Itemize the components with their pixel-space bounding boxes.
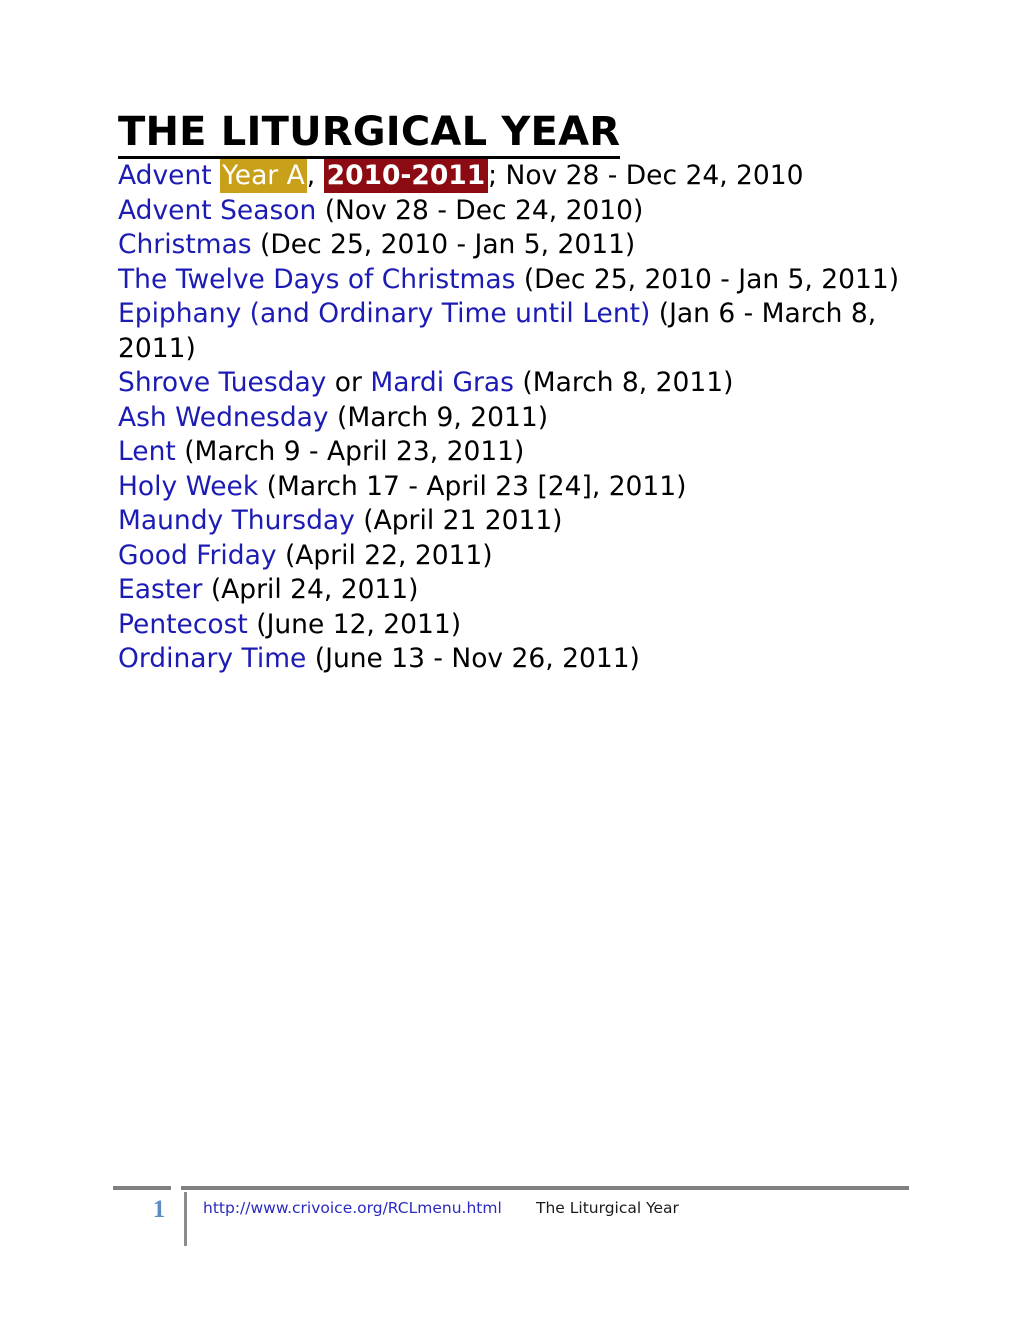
holy-week-dates: (March 17 - April 23 [24], 2011)	[258, 470, 687, 502]
advent-season-dates: (Nov 28 - Dec 24, 2010)	[316, 194, 644, 226]
link-holy-week[interactable]: Holy Week	[118, 471, 258, 502]
link-easter[interactable]: Easter	[118, 574, 202, 605]
page-title: THE LITURGICAL YEAR	[118, 112, 621, 159]
maundy-thursday-dates: (April 21 2011)	[354, 505, 563, 536]
link-christmas[interactable]: Christmas	[118, 229, 252, 260]
badge-year-a: Year A	[220, 159, 307, 193]
shrove-conjunction: or	[326, 367, 371, 398]
shrove-dates: (March 8, 2011)	[513, 367, 734, 398]
footer-source-url[interactable]: http://www.crivoice.org/RCLmenu.html	[203, 1199, 502, 1217]
link-maundy-thursday[interactable]: Maundy Thursday	[118, 505, 355, 536]
ash-wednesday-dates: (March 9, 2011)	[328, 401, 549, 433]
advent-comma: ,	[306, 160, 316, 191]
link-ordinary-time[interactable]: Ordinary Time	[118, 643, 306, 674]
liturgical-year-list: Advent Year A, 2010-2011; Nov 28 - Dec 2…	[118, 159, 918, 677]
list-item-advent-season: Advent Season (Nov 28 - Dec 24, 2010)	[118, 194, 918, 229]
list-item-advent: Advent Year A, 2010-2011; Nov 28 - Dec 2…	[118, 159, 918, 194]
link-advent-season[interactable]: Advent Season	[118, 195, 316, 226]
document-page: THE LITURGICAL YEAR Advent Year A, 2010-…	[0, 0, 1020, 1320]
list-item-good-friday: Good Friday (April 22, 2011)	[118, 539, 918, 574]
page-footer: 1 http://www.crivoice.org/RCLmenu.html T…	[0, 1186, 1020, 1286]
list-item-twelve-days: The Twelve Days of Christmas (Dec 25, 20…	[118, 263, 918, 298]
link-epiphany[interactable]: Epiphany (and Ordinary Time until Lent)	[118, 298, 650, 329]
list-item-ash-wednesday: Ash Wednesday (March 9, 2011)	[118, 401, 918, 436]
list-item-shrove-tuesday: Shrove Tuesday or Mardi Gras (March 8, 2…	[118, 366, 918, 401]
link-twelve-days-of-christmas[interactable]: The Twelve Days of Christmas	[118, 264, 515, 295]
list-item-christmas: Christmas (Dec 25, 2010 - Jan 5, 2011)	[118, 228, 918, 263]
list-item-lent: Lent (March 9 - April 23, 2011)	[118, 435, 918, 470]
list-item-maundy-thursday: Maundy Thursday (April 21 2011)	[118, 504, 918, 539]
advent-dates: ; Nov 28 - Dec 24, 2010	[488, 160, 804, 191]
link-mardi-gras[interactable]: Mardi Gras	[370, 367, 514, 398]
lent-dates: (March 9 - April 23, 2011)	[175, 436, 525, 467]
footer-vertical-divider	[184, 1192, 187, 1246]
footer-document-name: The Liturgical Year	[536, 1199, 679, 1217]
list-item-holy-week: Holy Week (March 17 - April 23 [24], 201…	[118, 470, 918, 505]
link-ash-wednesday[interactable]: Ash Wednesday	[118, 402, 329, 433]
footer-rule-left-segment	[113, 1186, 171, 1190]
twelve-days-dates: (Dec 25, 2010 - Jan 5, 2011)	[515, 263, 900, 295]
list-item-easter: Easter (April 24, 2011)	[118, 573, 918, 608]
link-shrove-tuesday[interactable]: Shrove Tuesday	[118, 367, 326, 398]
christmas-dates: (Dec 25, 2010 - Jan 5, 2011)	[251, 229, 636, 260]
list-item-pentecost: Pentecost (June 12, 2011)	[118, 608, 918, 643]
link-advent[interactable]: Advent	[118, 160, 212, 191]
pentecost-dates: (June 12, 2011)	[247, 608, 462, 640]
good-friday-dates: (April 22, 2011)	[276, 539, 493, 571]
link-pentecost[interactable]: Pentecost	[118, 609, 248, 640]
link-lent[interactable]: Lent	[118, 436, 176, 467]
list-item-epiphany: Epiphany (and Ordinary Time until Lent) …	[118, 297, 918, 366]
badge-cycle-years: 2010-2011	[323, 159, 489, 193]
footer-rule-right-segment	[181, 1186, 909, 1190]
ordinary-time-dates: (June 13 - Nov 26, 2011)	[306, 643, 640, 674]
easter-dates: (April 24, 2011)	[202, 574, 419, 605]
list-item-ordinary-time: Ordinary Time (June 13 - Nov 26, 2011)	[118, 642, 918, 677]
document-content: THE LITURGICAL YEAR Advent Year A, 2010-…	[118, 112, 918, 677]
link-good-friday[interactable]: Good Friday	[118, 540, 277, 571]
page-number: 1	[152, 1196, 166, 1223]
